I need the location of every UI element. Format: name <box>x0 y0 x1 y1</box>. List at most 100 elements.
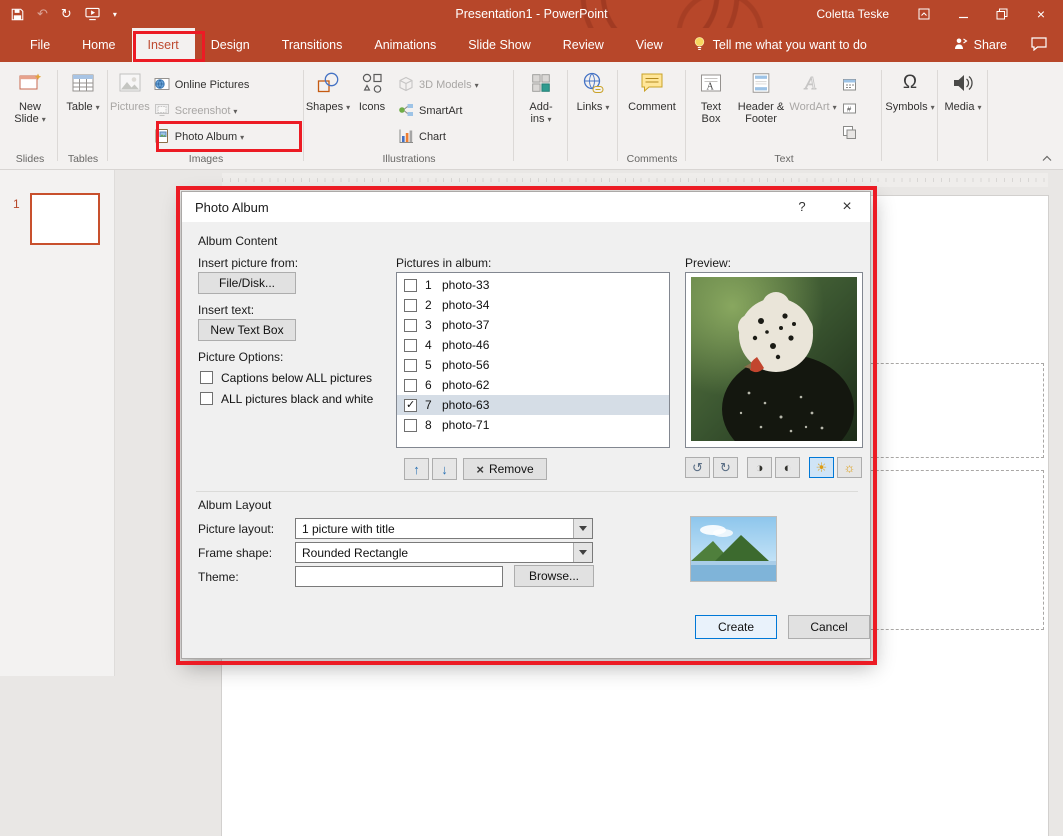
shapes-button[interactable]: Shapes <box>306 62 350 148</box>
picture-layout-value: 1 picture with title <box>302 521 395 536</box>
text-box-button[interactable]: A Text Box <box>688 62 734 148</box>
picture-layout-select[interactable]: 1 picture with title <box>295 518 593 539</box>
increase-brightness-button[interactable]: ☀ <box>809 457 834 478</box>
pictures-in-album-list[interactable]: 1 photo-33 2 photo-34 3 photo-37 4 photo… <box>396 272 670 448</box>
date-time-button[interactable] <box>838 74 860 94</box>
wordart-button[interactable]: A WordArt <box>788 62 838 148</box>
move-up-button[interactable]: ↑ <box>404 458 429 480</box>
ribbon-tab[interactable]: Home <box>66 28 131 62</box>
file-disk-button[interactable]: File/Disk... <box>198 272 296 294</box>
picture-list-item[interactable]: 8 photo-71 <box>397 415 669 435</box>
ribbon-tab[interactable]: Animations <box>358 28 452 62</box>
add-ins-icon <box>529 69 553 97</box>
share-button[interactable]: Share <box>954 37 1007 53</box>
media-button[interactable]: Media <box>945 62 982 148</box>
chevron-up-icon <box>1042 155 1052 161</box>
undo-button[interactable]: ↶ <box>37 6 48 22</box>
chevron-down-icon[interactable] <box>573 543 592 562</box>
ribbon-tab[interactable]: Transitions <box>266 28 359 62</box>
picture-checkbox[interactable] <box>404 278 417 292</box>
new-slide-icon <box>17 69 43 97</box>
frame-shape-select[interactable]: Rounded Rectangle <box>295 542 593 563</box>
picture-list-item[interactable]: 4 photo-46 <box>397 335 669 355</box>
ribbon-tab[interactable]: Insert <box>131 28 195 62</box>
close-button[interactable]: × <box>1031 0 1051 28</box>
collapse-ribbon-button[interactable] <box>1041 151 1053 165</box>
start-from-beginning-button[interactable] <box>85 7 100 21</box>
picture-option-checkbox[interactable]: ALL pictures black and white <box>200 388 373 409</box>
slide-thumbnail[interactable] <box>30 193 100 245</box>
photo-album-button[interactable]: Photo Album <box>150 126 248 148</box>
comment-button[interactable]: Comment <box>628 62 676 148</box>
picture-checkbox[interactable] <box>404 418 417 432</box>
table-button[interactable]: Table <box>66 62 99 148</box>
picture-checkbox[interactable] <box>404 378 417 392</box>
decrease-contrast-button[interactable]: ◐ <box>775 457 800 478</box>
dialog-help-button[interactable]: ? <box>792 199 812 214</box>
save-button[interactable] <box>11 8 24 21</box>
picture-checkbox[interactable] <box>404 318 417 332</box>
ribbon-tab[interactable]: Review <box>547 28 620 62</box>
ribbon-tab[interactable]: File <box>14 28 66 62</box>
picture-list-item[interactable]: 1 photo-33 <box>397 275 669 295</box>
browse-button[interactable]: Browse... <box>514 565 594 587</box>
ribbon-tab[interactable]: Slide Show <box>452 28 547 62</box>
picture-checkbox[interactable] <box>404 338 417 352</box>
frame-shape-value: Rounded Rectangle <box>302 545 409 560</box>
picture-option-checkbox[interactable]: Captions below ALL pictures <box>200 367 373 388</box>
smartart-button[interactable]: SmartArt <box>394 100 466 122</box>
picture-list-item[interactable]: 5 photo-56 <box>397 355 669 375</box>
theme-input[interactable] <box>295 566 503 587</box>
lightbulb-icon <box>693 36 706 55</box>
create-button[interactable]: Create <box>695 615 777 639</box>
picture-name: photo-56 <box>442 358 490 372</box>
chart-button[interactable]: Chart <box>394 126 450 148</box>
picture-list-item[interactable]: 6 photo-62 <box>397 375 669 395</box>
object-button[interactable] <box>838 122 860 142</box>
chevron-down-icon[interactable] <box>573 519 592 538</box>
decrease-brightness-button[interactable]: ☼ <box>837 457 862 478</box>
preview-label: Preview: <box>685 256 732 270</box>
ribbon-display-options-button[interactable] <box>914 0 934 28</box>
rotate-left-button[interactable]: ↺ <box>685 457 710 478</box>
redo-button[interactable]: ↻ <box>61 6 72 22</box>
picture-list-item[interactable]: 2 photo-34 <box>397 295 669 315</box>
header-footer-button[interactable]: Header & Footer <box>734 62 788 148</box>
section-divider <box>196 491 858 492</box>
slide-number-button[interactable]: # <box>838 98 860 118</box>
add-ins-button[interactable]: Add-ins <box>524 62 558 148</box>
object-icon <box>842 125 856 139</box>
online-pictures-button[interactable]: Online Pictures <box>150 74 254 96</box>
pictures-button[interactable]: Pictures <box>110 62 150 148</box>
picture-checkbox[interactable] <box>404 358 417 372</box>
picture-checkbox[interactable] <box>404 398 417 412</box>
remove-button[interactable]: × Remove <box>463 458 547 480</box>
share-label: Share <box>973 38 1007 52</box>
cancel-button[interactable]: Cancel <box>788 615 870 639</box>
comments-panel-button[interactable] <box>1031 36 1047 54</box>
3d-models-button[interactable]: 3D Models <box>394 74 483 96</box>
tell-me-box[interactable]: Tell me what you want to do <box>693 28 867 62</box>
minimize-button[interactable] <box>953 0 973 28</box>
increase-contrast-button[interactable]: ◑ <box>747 457 772 478</box>
new-slide-button[interactable]: New Slide <box>10 62 50 148</box>
dialog-close-button[interactable]: × <box>830 195 864 219</box>
date-time-icon <box>842 78 856 90</box>
customize-qat-button[interactable]: ▾ <box>113 10 117 19</box>
ribbon-tab[interactable]: Design <box>195 28 266 62</box>
group-label-symbols <box>882 152 938 169</box>
symbols-button[interactable]: Ω Symbols <box>885 62 934 148</box>
links-button[interactable]: Links <box>577 62 610 148</box>
restore-button[interactable] <box>992 0 1012 28</box>
picture-list-item[interactable]: 7 photo-63 <box>397 395 669 415</box>
save-icon <box>11 8 24 20</box>
rotate-right-button[interactable]: ↻ <box>713 457 738 478</box>
ribbon-tab[interactable]: View <box>620 28 679 62</box>
move-down-button[interactable]: ↓ <box>432 458 457 480</box>
icons-button[interactable]: Icons <box>350 62 394 148</box>
picture-checkbox[interactable] <box>404 298 417 312</box>
screenshot-button[interactable]: Screenshot <box>150 100 242 122</box>
new-text-box-button[interactable]: New Text Box <box>198 319 296 341</box>
slide-number-icon: # <box>842 103 856 113</box>
picture-list-item[interactable]: 3 photo-37 <box>397 315 669 335</box>
